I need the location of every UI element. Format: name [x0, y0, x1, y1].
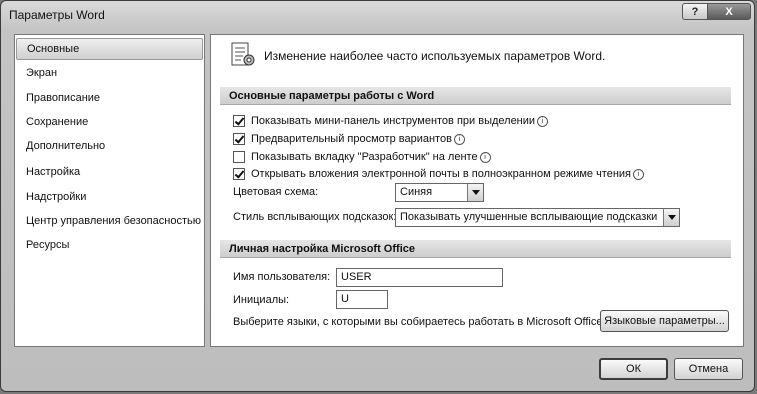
- sidebar-item-ekran[interactable]: Экран: [16, 62, 203, 84]
- languages-label: Выберите языки, с которыми вы собираетес…: [233, 316, 606, 328]
- checkbox-reading-mode[interactable]: [233, 168, 245, 180]
- option-reading-mode-label: Открывать вложения электронной почты в п…: [251, 168, 632, 180]
- initials-label: Инициалы:: [233, 294, 290, 306]
- checkbox-developer-tab[interactable]: [233, 151, 245, 163]
- chevron-down-icon[interactable]: [467, 184, 483, 201]
- option-mini-toolbar[interactable]: Показывать мини-панель инструментов при …: [233, 113, 549, 129]
- option-developer-tab-label: Показывать вкладку "Разработчик" на лент…: [251, 151, 478, 163]
- options-panel: Изменение наиболее часто используемых па…: [210, 34, 744, 347]
- options-icon: [231, 42, 255, 66]
- info-icon: i: [453, 133, 465, 145]
- help-button[interactable]: ?: [682, 3, 708, 20]
- sidebar-item-pravopisanie[interactable]: Правописание: [16, 87, 203, 109]
- option-reading-mode[interactable]: Открывать вложения электронной почты в п…: [233, 166, 645, 182]
- option-live-preview-label: Предварительный просмотр вариантов: [251, 133, 452, 145]
- checkbox-live-preview[interactable]: [233, 133, 245, 145]
- option-developer-tab[interactable]: Показывать вкладку "Разработчик" на лент…: [233, 149, 491, 165]
- info-icon: i: [633, 168, 645, 180]
- sidebar-item-sokhranenie[interactable]: Сохранение: [16, 111, 203, 133]
- options-dialog: Параметры Word ? X Основные Экран Правоп…: [0, 0, 755, 392]
- option-live-preview[interactable]: Предварительный просмотр вариантов i: [233, 131, 465, 147]
- color-scheme-dropdown[interactable]: Синяя: [395, 183, 484, 202]
- tooltip-style-label: Стиль всплывающих подсказок:: [233, 211, 397, 223]
- window-title: Параметры Word: [9, 8, 105, 22]
- panel-heading: Изменение наиболее часто используемых па…: [264, 49, 606, 63]
- chevron-down-icon[interactable]: [663, 209, 679, 226]
- sidebar-item-dopolnitelno[interactable]: Дополнительно: [16, 135, 203, 157]
- section-general-title: Основные параметры работы с Word: [220, 87, 731, 105]
- info-icon: i: [479, 151, 491, 163]
- tooltip-style-dropdown[interactable]: Показывать улучшенные всплывающие подска…: [395, 208, 680, 227]
- info-icon: i: [537, 115, 549, 127]
- title-bar[interactable]: Параметры Word ? X: [1, 1, 754, 29]
- category-sidebar: Основные Экран Правописание Сохранение Д…: [14, 34, 205, 347]
- ok-button[interactable]: ОК: [599, 358, 668, 380]
- color-scheme-value: Синяя: [400, 186, 433, 198]
- cancel-button[interactable]: Отмена: [674, 358, 743, 380]
- color-scheme-label: Цветовая схема:: [233, 186, 319, 198]
- language-settings-button[interactable]: Языковые параметры...: [600, 310, 729, 332]
- close-button[interactable]: X: [707, 3, 751, 20]
- initials-input[interactable]: U: [336, 290, 388, 309]
- tooltip-style-value: Показывать улучшенные всплывающие подска…: [400, 211, 658, 223]
- sidebar-item-resursy[interactable]: Ресурсы: [16, 234, 203, 256]
- checkbox-mini-toolbar[interactable]: [233, 115, 245, 127]
- sidebar-item-trust-center[interactable]: Центр управления безопасностью: [16, 210, 203, 232]
- sidebar-item-nadstroiki[interactable]: Надстройки: [16, 186, 203, 208]
- option-mini-toolbar-label: Показывать мини-панель инструментов при …: [251, 115, 536, 127]
- section-personal-title: Личная настройка Microsoft Office: [220, 240, 731, 258]
- username-input[interactable]: USER: [336, 268, 503, 287]
- sidebar-item-nastroika[interactable]: Настройка: [16, 161, 203, 183]
- sidebar-item-osnovnye[interactable]: Основные: [16, 38, 203, 60]
- username-label: Имя пользователя:: [233, 271, 331, 283]
